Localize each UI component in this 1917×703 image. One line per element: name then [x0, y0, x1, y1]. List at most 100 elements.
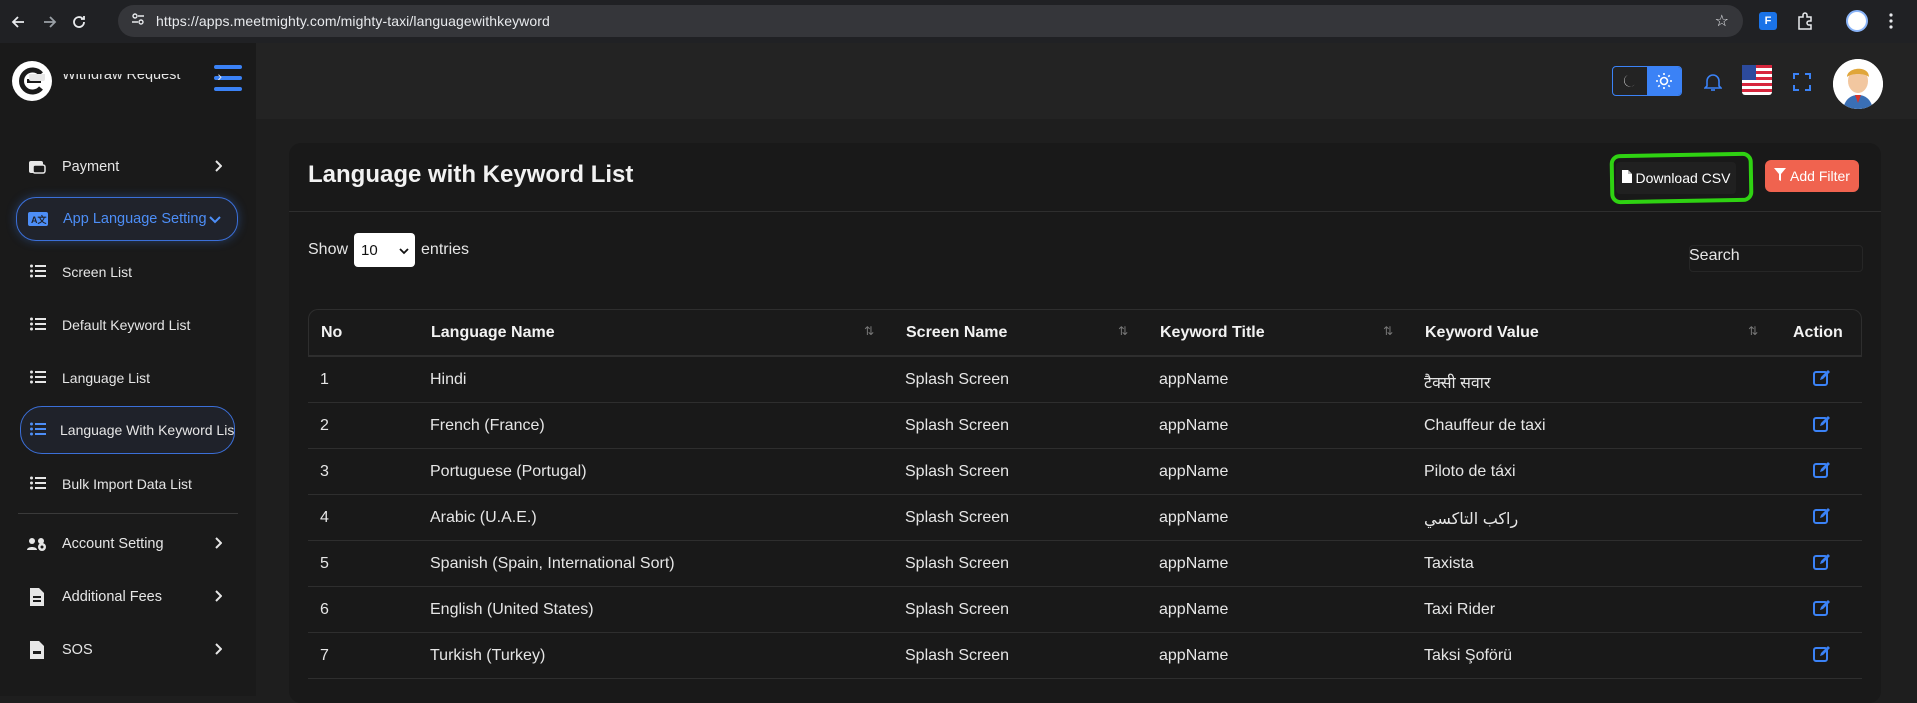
browser-menu-icon[interactable] — [1879, 9, 1903, 33]
sidebar-item-label: Payment — [62, 159, 120, 175]
chevron-right-icon — [214, 159, 223, 175]
chevron-right-icon — [214, 642, 223, 658]
payment-icon — [26, 158, 48, 176]
column-header-language-name[interactable]: Language Name — [431, 324, 555, 342]
table-row: 1 Hindi Splash Screen appName टैक्सी सवा… — [308, 357, 1862, 403]
sidebar-item-withdraw-request[interactable]: Withdraw Request › — [16, 74, 238, 110]
cell-language: French (France) — [430, 417, 545, 434]
chevron-right-icon: › — [217, 74, 222, 84]
card-header: Language with Keyword List Download CSV … — [289, 143, 1881, 212]
edit-icon[interactable] — [1813, 369, 1833, 389]
entries-select[interactable]: 10 — [354, 233, 416, 267]
sidebar-subitem-default-keyword-list[interactable]: Default Keyword List — [20, 301, 235, 349]
sidebar-subitem-bulk-import-data-list[interactable]: Bulk Import Data List — [20, 460, 235, 508]
cell-keyword-value: Taksi Şoförü — [1424, 647, 1513, 664]
cell-language: Hindi — [430, 371, 467, 388]
table-row: 4 Arabic (U.A.E.) Splash Screen appName … — [308, 495, 1862, 541]
show-label: Show — [308, 241, 349, 258]
sort-icon[interactable]: ⇅ — [1748, 324, 1758, 338]
theme-toggle[interactable] — [1612, 66, 1682, 96]
sidebar-subitem-label: Language With Keyword List — [60, 422, 235, 438]
wallet-icon — [26, 74, 48, 82]
edit-icon[interactable] — [1813, 553, 1833, 573]
bell-icon[interactable] — [1697, 66, 1729, 98]
sidebar-item-account-setting[interactable]: Account Setting — [16, 522, 238, 566]
sidebar-item-additional-fees[interactable]: Additional Fees — [16, 575, 238, 619]
extension-icon[interactable]: F — [1756, 9, 1780, 33]
cell-no: 2 — [320, 417, 329, 434]
search-label: Search — [1689, 247, 1740, 264]
chevron-down-icon — [209, 211, 221, 227]
user-avatar[interactable] — [1833, 59, 1883, 109]
edit-icon[interactable] — [1813, 415, 1833, 435]
cell-keyword-value: Piloto de táxi — [1424, 463, 1516, 480]
column-header-no[interactable]: No — [321, 324, 342, 342]
add-filter-button[interactable]: Add Filter — [1765, 160, 1859, 192]
column-header-keyword-title[interactable]: Keyword Title — [1160, 324, 1265, 342]
table-row: 7 Turkish (Turkey) Splash Screen appName… — [308, 633, 1862, 679]
add-filter-label: Add Filter — [1790, 168, 1850, 184]
cell-screen: Splash Screen — [905, 601, 1010, 618]
us-flag-icon[interactable] — [1741, 64, 1773, 96]
sidebar-item-sos[interactable]: SOS — [16, 628, 238, 672]
cell-language: Turkish (Turkey) — [430, 647, 546, 664]
reload-icon[interactable] — [66, 9, 92, 35]
table-row: 2 French (France) Splash Screen appName … — [308, 403, 1862, 449]
table-row: 6 English (United States) Splash Screen … — [308, 587, 1862, 633]
forward-icon[interactable] — [36, 9, 62, 35]
edit-icon[interactable] — [1813, 599, 1833, 619]
table-header: No Language Name ⇅ Screen Name ⇅ Keyword… — [308, 309, 1862, 357]
entries-label: entries — [421, 241, 470, 258]
address-bar[interactable]: https://apps.meetmighty.com/mighty-taxi/… — [118, 5, 1743, 37]
list-icon — [30, 370, 48, 387]
sidebar-subitem-language-with-keyword-list[interactable]: Language With Keyword List — [20, 406, 235, 454]
cell-screen: Splash Screen — [905, 371, 1010, 388]
sort-icon[interactable]: ⇅ — [864, 324, 874, 338]
bookmark-star-icon[interactable]: ☆ — [1715, 11, 1729, 31]
sort-icon[interactable]: ⇅ — [1118, 324, 1128, 338]
cell-no: 7 — [320, 647, 329, 664]
cell-screen: Splash Screen — [905, 417, 1010, 434]
file-invoice-icon — [26, 588, 48, 606]
chevron-right-icon — [214, 589, 223, 605]
column-header-keyword-value[interactable]: Keyword Value — [1425, 324, 1539, 342]
profile-avatar-icon[interactable] — [1845, 9, 1869, 33]
table-row: 3 Portuguese (Portugal) Splash Screen ap… — [308, 449, 1862, 495]
sidebar-item-label: SOS — [62, 642, 93, 658]
sun-icon[interactable] — [1647, 67, 1681, 95]
back-icon[interactable] — [6, 9, 32, 35]
chevron-right-icon — [214, 536, 223, 552]
annotation-highlight — [1609, 151, 1754, 205]
cell-keyword-title: appName — [1159, 647, 1229, 664]
cell-screen: Splash Screen — [905, 463, 1010, 480]
sidebar-subitem-screen-list[interactable]: Screen List — [20, 248, 235, 296]
cell-keyword-title: appName — [1159, 601, 1229, 618]
cell-language: English (United States) — [430, 601, 594, 618]
sidebar-subitem-label: Screen List — [62, 264, 133, 280]
filter-icon — [1774, 168, 1787, 184]
cell-screen: Splash Screen — [905, 555, 1010, 572]
edit-icon[interactable] — [1813, 461, 1833, 481]
sidebar-subitem-language-list[interactable]: Language List — [20, 354, 235, 402]
sidebar-item-app-language-setting[interactable]: A文 App Language Setting — [16, 197, 238, 241]
sidebar-item-label: App Language Setting — [63, 211, 207, 227]
fullscreen-icon[interactable] — [1786, 66, 1818, 98]
edit-icon[interactable] — [1813, 645, 1833, 665]
cell-keyword-title: appName — [1159, 417, 1229, 434]
cell-keyword-value: Taxi Rider — [1424, 601, 1496, 618]
edit-icon[interactable] — [1813, 507, 1833, 527]
chevron-down-icon — [399, 242, 409, 259]
sidebar-item-label: Account Setting — [62, 536, 164, 552]
sidebar-item-label: Additional Fees — [62, 589, 162, 605]
table-row: 5 Spanish (Spain, International Sort) Sp… — [308, 541, 1862, 587]
column-header-screen-name[interactable]: Screen Name — [906, 324, 1007, 342]
moon-icon[interactable] — [1613, 67, 1647, 95]
sidebar-item-payment[interactable]: Payment — [16, 145, 238, 189]
sort-icon[interactable]: ⇅ — [1383, 324, 1393, 338]
list-icon — [30, 422, 46, 439]
extensions-puzzle-icon[interactable] — [1793, 9, 1817, 33]
cell-no: 5 — [320, 555, 329, 572]
sos-icon — [26, 641, 48, 659]
site-settings-icon[interactable] — [130, 11, 146, 32]
language-icon: A文 — [27, 212, 49, 226]
